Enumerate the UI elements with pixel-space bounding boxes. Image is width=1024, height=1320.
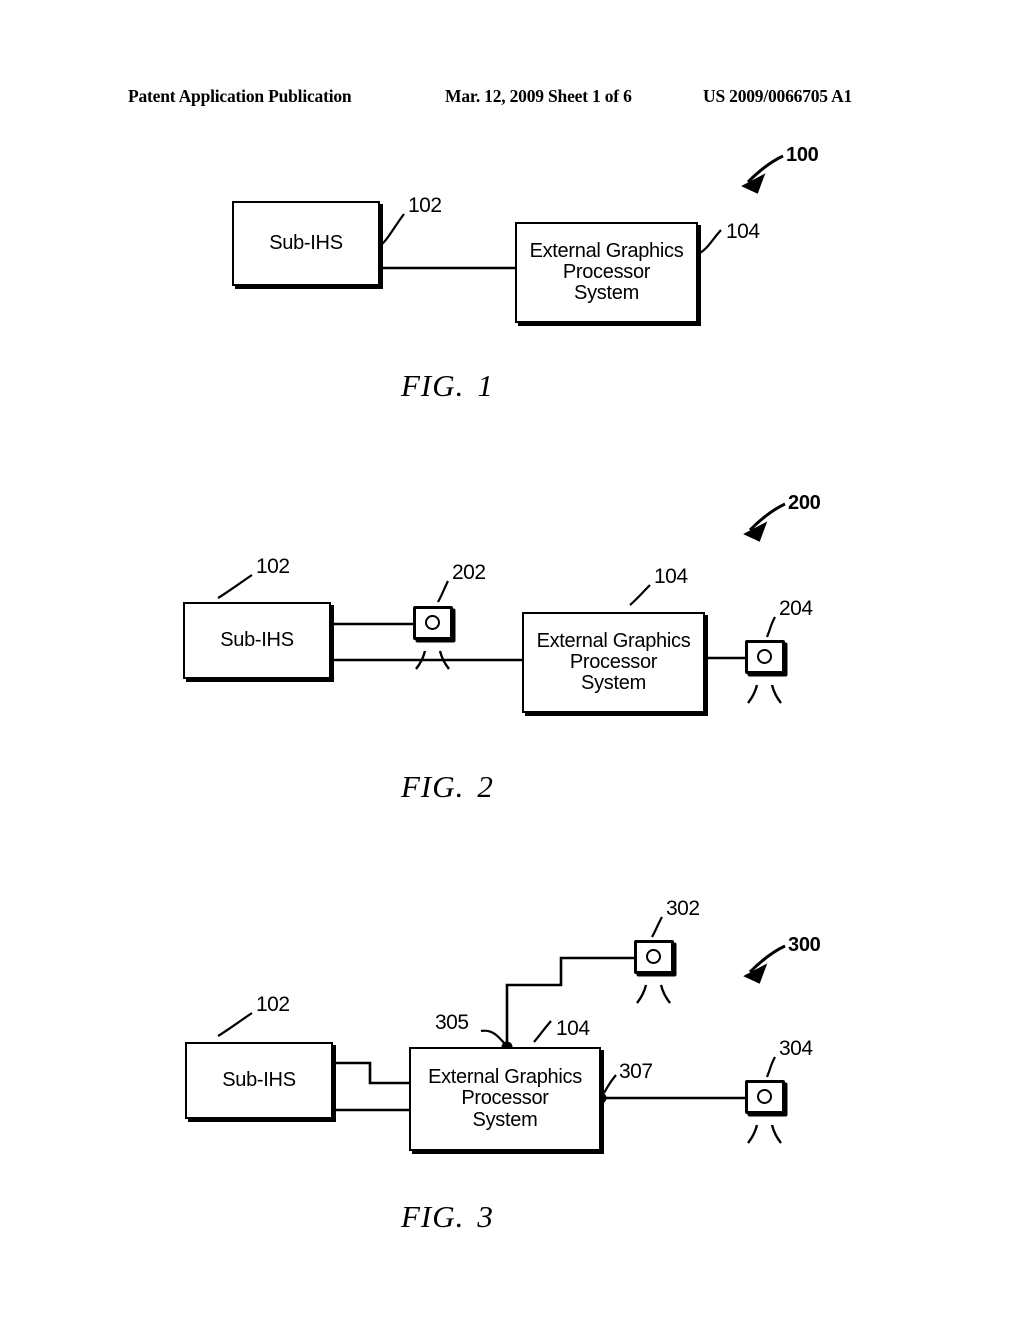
fig2-box-sub-ihs: Sub-IHS: [183, 602, 331, 679]
fig3-leader-304: [765, 1056, 776, 1078]
fig1-ref-100: 100: [786, 144, 819, 166]
fig3-ref-102: 102: [256, 993, 290, 1016]
fig2-monitor-202: [413, 606, 453, 640]
fig3-leader-104: [533, 1020, 552, 1043]
fig2-box-sub-ihs-label: Sub-IHS: [220, 628, 294, 651]
fig2-leader-202: [437, 580, 449, 603]
fig2-box-external-graphics-processor-system: External Graphics Processor System: [522, 612, 705, 713]
fig2-caption-number: 2: [477, 769, 494, 804]
fig3-ref-104: 104: [556, 1017, 590, 1040]
fig2-egps-line-1: External Graphics: [536, 629, 691, 652]
fig2-monitor-202-leg-right: [438, 650, 450, 670]
fig3-monitor-302-leg-right: [659, 984, 671, 1004]
fig1-egps-line-2: Processor: [562, 260, 651, 283]
fig3-box-sub-ihs-label: Sub-IHS: [222, 1068, 296, 1091]
fig2-ref-200: 200: [788, 492, 821, 514]
fig2-egps-line-2: Processor: [569, 650, 658, 673]
fig3-arrow-300-head: [743, 963, 768, 984]
fig1-egps-line-1: External Graphics: [529, 239, 684, 262]
fig2-monitor-202-lens-icon: [425, 615, 440, 630]
fig1-arrow-100-head: [741, 173, 766, 194]
fig3-caption-number: 3: [477, 1199, 494, 1234]
fig1-box-external-graphics-processor-system: External Graphics Processor System: [515, 222, 698, 323]
fig3-egps-line-3: System: [472, 1108, 538, 1131]
fig2-caption-label: FIG.: [401, 769, 465, 804]
fig3-monitor-304: [745, 1080, 785, 1114]
fig2-leader-102: [217, 574, 253, 599]
fig3-caption-label: FIG.: [401, 1199, 465, 1234]
fig2-monitor-204-leg-left: [747, 684, 759, 704]
fig2-monitor-202-leg-left: [415, 650, 427, 670]
fig1-box-sub-ihs-label: Sub-IHS: [269, 231, 343, 254]
fig3-leader-302: [651, 916, 663, 938]
fig2-caption: FIG. 2: [401, 769, 494, 805]
fig2-leader-104: [629, 584, 651, 606]
fig2-leader-204: [765, 616, 776, 638]
fig3-monitor-304-leg-right: [770, 1124, 782, 1144]
fig2-arrow-200-head: [743, 521, 768, 542]
header-patent-number: US 2009/0066705 A1: [703, 86, 853, 106]
fig1-ref-102: 102: [408, 194, 442, 217]
fig2-monitor-204-lens-icon: [757, 649, 772, 664]
header-publication-title: Patent Application Publication: [128, 86, 352, 106]
fig1-leader-102: [377, 213, 405, 248]
fig3-leader-307: [603, 1074, 617, 1094]
fig3-leader-305: [480, 1029, 506, 1045]
fig3-ref-302: 302: [666, 897, 700, 920]
fig2-ref-104: 104: [654, 565, 688, 588]
fig2-arrow-200-shaft: [748, 502, 786, 532]
fig1-box-sub-ihs: Sub-IHS: [232, 201, 380, 286]
fig1-ref-104: 104: [726, 220, 760, 243]
fig3-box-external-graphics-processor-system: External Graphics Processor System: [409, 1047, 601, 1151]
fig3-connector-upper: [334, 1061, 409, 1085]
fig3-ref-307: 307: [619, 1060, 653, 1083]
fig3-box-sub-ihs: Sub-IHS: [185, 1042, 333, 1119]
fig1-arrow-100-shaft: [746, 154, 784, 184]
fig3-monitor-304-leg-left: [747, 1124, 759, 1144]
fig1-caption: FIG. 1: [401, 368, 494, 404]
fig3-ref-304: 304: [779, 1037, 813, 1060]
fig2-egps-line-3: System: [581, 672, 646, 695]
fig1-caption-number: 1: [477, 368, 494, 403]
fig3-monitor-302-leg-left: [636, 984, 648, 1004]
header-date-sheet: Mar. 12, 2009 Sheet 1 of 6: [445, 86, 632, 106]
fig3-arrow-300-shaft: [748, 944, 786, 974]
fig3-egps-line-2: Processor: [461, 1087, 549, 1110]
fig3-monitor-302: [634, 940, 674, 974]
fig3-monitor-302-lens-icon: [646, 949, 661, 964]
fig3-leader-102: [217, 1012, 253, 1037]
fig2-monitor-204-leg-right: [770, 684, 782, 704]
fig2-ref-202: 202: [452, 561, 486, 584]
fig3-egps-line-1: External Graphics: [428, 1066, 582, 1089]
page-header: Patent Application Publication Mar. 12, …: [128, 86, 896, 110]
fig1-egps-line-3: System: [574, 282, 639, 305]
fig1-caption-label: FIG.: [401, 368, 465, 403]
fig3-caption: FIG. 3: [401, 1199, 494, 1235]
fig2-ref-204: 204: [779, 597, 813, 620]
fig3-ref-305: 305: [435, 1011, 469, 1034]
fig2-monitor-204: [745, 640, 785, 674]
fig3-monitor-304-lens-icon: [757, 1089, 772, 1104]
fig2-ref-102: 102: [256, 555, 290, 578]
fig3-ref-300: 300: [788, 934, 821, 956]
fig1-leader-104: [699, 229, 722, 254]
